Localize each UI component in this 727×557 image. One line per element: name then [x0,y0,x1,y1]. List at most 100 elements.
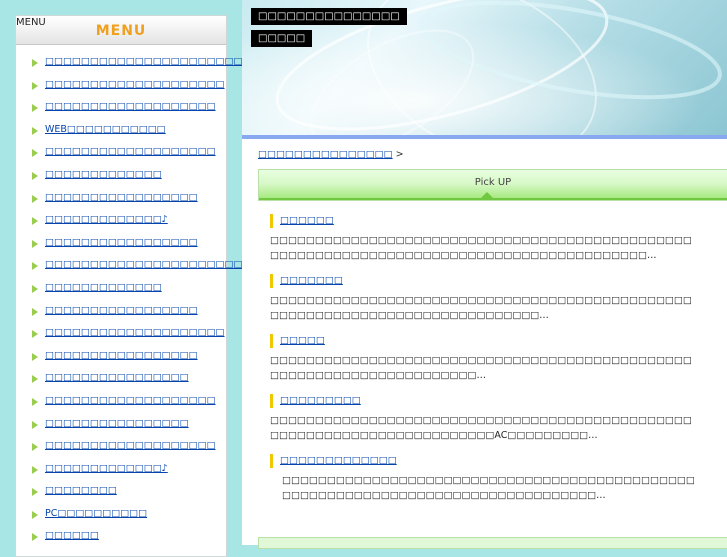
menu-item-link[interactable]: □□□□□□□□ [45,484,117,498]
menu-item-link[interactable]: □□□□□□□□□□□□□♪ [45,213,168,227]
article-item: □□□□□□□□□□□□□□□□□□□□□□□□□□□□□□□□□□□□□□□□… [270,274,700,323]
menu-item[interactable]: □□□□□□□□□□□□□□□□□ [16,349,226,372]
menu-item-link[interactable]: □□□□□□□□□□□□□□□□□□□ [45,394,216,408]
pickup-underline [259,198,727,200]
menu-item[interactable]: □□□□□□□□□□□□□□□□□□□□ [16,78,226,101]
menu-item-link[interactable]: PC□□□□□□□□□□ [45,507,147,521]
menu-item-link[interactable]: □□□□□□ [45,529,99,543]
triangle-bullet-icon [32,59,38,67]
article-title-link[interactable]: □□□□□ [280,335,325,346]
menu-item-link[interactable]: □□□□□□□□□□□□□□□□ [45,417,189,431]
menu-item-link[interactable]: □□□□□□□□□□□□□□□□□□□ [45,439,216,453]
triangle-bullet-icon [32,352,38,361]
triangle-bullet-icon [32,397,38,406]
menu-item[interactable]: □□□□□□ [16,529,226,552]
sidebar: MENU MENU □□□□□□□□□□□□□□□□□□□□□□□ □□□□□□□… [15,15,269,557]
menu-list: □□□□□□□□□□□□□□□□□□□□□□□ □□□□□□□□□□□□□□□□□… [16,55,269,552]
menu-item-link[interactable]: □□□□□□□□□□□□□□□□□□□□ [45,326,225,340]
site-subtitle: □□□□□ [251,30,313,47]
menu-item[interactable]: □□□□□□□□□□□□□□□□□□□ [16,439,226,462]
next-section-box [258,537,727,549]
main-content: □□□□□□□□□□□□□□□ > Pick UP □□□□□□ □□□□□□□□… [242,139,727,549]
triangle-bullet-icon [32,465,38,474]
menu-item[interactable]: □□□□□□□□□□□□□♪ [16,462,226,485]
breadcrumb-home-link[interactable]: □□□□□□□□□□□□□□□ [258,149,393,160]
triangle-bullet-icon [32,171,38,180]
pickup-heading: Pick UP [258,169,727,201]
menu-item[interactable]: □□□□□□□□□□□□□□□□□ [16,236,226,259]
menu-item[interactable]: □□□□□□□□□□□□□□□□□□□ [16,394,226,417]
menu-title: MENU [95,23,147,39]
menu-item[interactable]: □□□□□□□□□□□□□□□□□□□□ [16,326,226,349]
triangle-bullet-icon [32,262,38,271]
pickup-label: Pick UP [474,177,512,188]
triangle-bullet-icon [32,488,38,497]
triangle-bullet-icon [32,510,38,519]
menu-item[interactable]: □□□□□□□□□□□□□□□□□ [16,304,226,327]
pickup-arrow-icon [481,192,493,198]
triangle-bullet-icon [32,149,38,158]
site-title[interactable]: □□□□□□□□□□□□□□□ [251,8,407,25]
article-item: □□□□□□□□□□□□□□□□□□□□□□□□□□□□□□□□□□□□□□□□… [270,394,700,443]
article-excerpt: □□□□□□□□□□□□□□□□□□□□□□□□□□□□□□□□□□□□□□□□… [270,295,692,321]
menu-header: MENU MENU [16,16,226,45]
article-excerpt: □□□□□□□□□□□□□□□□□□□□□□□□□□□□□□□□□□□□□□□□… [270,235,692,261]
triangle-bullet-icon [32,81,38,90]
triangle-bullet-icon [32,104,38,113]
breadcrumb-separator: > [392,149,404,160]
article-title: □□□□□ [270,334,700,348]
triangle-bullet-icon [32,420,38,429]
article-title-link[interactable]: □□□□□□□□□□□□□ [280,455,397,466]
header-banner: □□□□□□□□□□□□□□□ □□□□□ [242,0,727,135]
menu-item-link[interactable]: WEB□□□□□□□□□□□ [45,123,166,137]
menu-item-link[interactable]: □□□□□□□□□□□□□□□□□□□□□□□□□ [45,258,269,272]
article-title: □□□□□□□□□□□□□ [270,454,700,468]
menu-item[interactable]: □□□□□□□□□□□□□♪ [16,213,226,236]
triangle-bullet-icon [32,307,38,316]
menu-item-link[interactable]: □□□□□□□□□□□□□□□□□□□ [45,100,216,114]
menu-item-link[interactable]: □□□□□□□□□□□□□□□□□ [45,349,198,363]
article-title-link[interactable]: □□□□□□□□□ [280,395,361,406]
menu-item-link[interactable]: □□□□□□□□□□□□□□□□□ [45,236,198,250]
menu-item[interactable]: □□□□□□□□ [16,484,226,507]
article-excerpt: □□□□□□□□□□□□□□□□□□□□□□□□□□□□□□□□□□□□□□□□… [270,355,692,381]
triangle-bullet-icon [32,239,38,248]
menu-item-link[interactable]: □□□□□□□□□□□□□♪ [45,462,168,476]
menu-item[interactable]: □□□□□□□□□□□□□□□□ [16,417,226,440]
menu-item[interactable]: PC□□□□□□□□□□ [16,507,226,530]
menu-item[interactable]: □□□□□□□□□□□□□□□□□□□ [16,145,226,168]
menu-item-link[interactable]: □□□□□□□□□□□□□□□□□ [45,304,198,318]
triangle-bullet-icon [32,375,38,384]
article-excerpt: □□□□□□□□□□□□□□□□□□□□□□□□□□□□□□□□□□□□□□□□… [270,415,692,441]
menu-item[interactable]: □□□□□□□□□□□□□ [16,168,226,191]
triangle-bullet-icon [32,443,38,452]
article-title-link[interactable]: □□□□□□ [280,215,334,226]
article-title: □□□□□□ [270,214,700,228]
menu-item[interactable]: □□□□□□□□□□□□□□□□□□□□□□□ [16,55,251,78]
menu-item-link[interactable]: □□□□□□□□□□□□□□□□□ [45,191,198,205]
triangle-bullet-icon [32,217,38,226]
breadcrumb: □□□□□□□□□□□□□□□ > [258,149,404,160]
menu-item-link[interactable]: □□□□□□□□□□□□□□□□□□□□ [45,78,225,92]
menu-item-link[interactable]: □□□□□□□□□□□□□ [45,168,162,182]
triangle-bullet-icon [32,533,38,542]
article-title: □□□□□□□ [270,274,700,288]
menu-item-link[interactable]: □□□□□□□□□□□□□ [45,281,162,295]
menu-item[interactable]: □□□□□□□□□□□□□□□□□ [16,191,226,214]
article-excerpt: □□□□□□□□□□□□□□□□□□□□□□□□□□□□□□□□□□□□□□□□… [282,475,695,501]
menu-item[interactable]: □□□□□□□□□□□□□□□□□□□ [16,100,226,123]
menu-item-link[interactable]: □□□□□□□□□□□□□□□□□□□ [45,145,216,159]
menu-item[interactable]: WEB□□□□□□□□□□□ [16,123,226,146]
article-title: □□□□□□□□□ [270,394,700,408]
menu-item-link[interactable]: □□□□□□□□□□□□□□□□□□□□□□□ [45,55,251,69]
triangle-bullet-icon [32,126,38,135]
article-item: □□□□□□□□□□□□□□□□□□□□□□□□□□□□□□□□□□□□□□□□… [270,454,700,503]
menu-item[interactable]: □□□□□□□□□□□□□□□□□□□□□□□□□ [16,258,269,281]
triangle-bullet-icon [32,284,38,293]
article-title-link[interactable]: □□□□□□□ [280,275,343,286]
triangle-bullet-icon [32,330,38,339]
menu-item-link[interactable]: □□□□□□□□□□□□□□□□ [45,371,189,385]
menu-item[interactable]: □□□□□□□□□□□□□ [16,281,226,304]
article-item: □□□□□□□□□□□□□□□□□□□□□□□□□□□□□□□□□□□□□□□□… [270,334,700,383]
menu-item[interactable]: □□□□□□□□□□□□□□□□ [16,371,226,394]
